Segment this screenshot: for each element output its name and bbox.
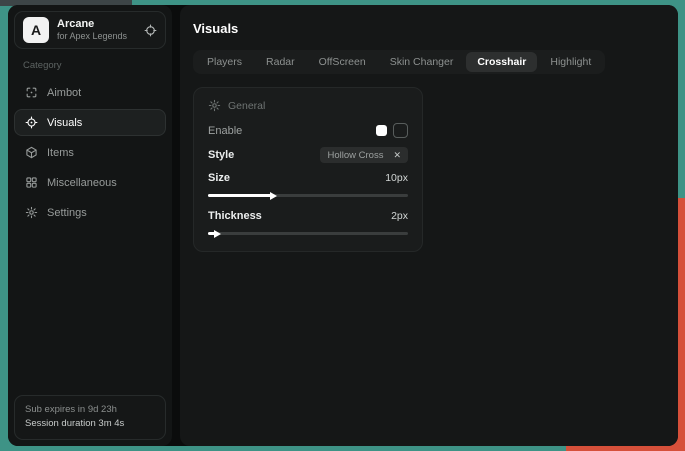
style-label: Style [208, 149, 234, 161]
app-subtitle: for Apex Legends [57, 31, 127, 42]
brand-card: A Arcane for Apex Legends [14, 11, 166, 49]
sidebar-item-items[interactable]: Items [14, 139, 166, 166]
settings-icon [25, 206, 38, 219]
misc-icon [25, 176, 38, 189]
enable-row: Enable [208, 123, 408, 138]
subscription-status-box: Sub expires in 9d 23h Session duration 3… [14, 395, 166, 440]
size-row: Size 10px [208, 172, 408, 200]
aimbot-icon [25, 86, 38, 99]
sidebar-item-visuals[interactable]: Visuals [14, 109, 166, 136]
sidebar-item-aimbot[interactable]: Aimbot [14, 79, 166, 106]
sidebar-nav: Aimbot Visuals Items Miscellaneous Settings [14, 79, 166, 226]
brand-text: Arcane for Apex Legends [57, 18, 127, 43]
target-icon[interactable] [144, 24, 157, 37]
size-value: 10px [385, 172, 408, 184]
slider-thumb[interactable] [214, 230, 221, 238]
thickness-row: Thickness 2px [208, 210, 408, 238]
general-card: General Enable Style Hollow Cross ✕ [193, 87, 423, 252]
slider-track [208, 232, 408, 235]
sub-expires-text: Sub expires in 9d 23h [25, 403, 155, 418]
items-icon [25, 146, 38, 159]
app-logo-letter: A [31, 22, 41, 38]
app-logo: A [23, 17, 49, 43]
sidebar-item-label: Miscellaneous [47, 177, 117, 189]
tab-bar: PlayersRadarOffScreenSkin ChangerCrossha… [193, 50, 605, 74]
close-icon[interactable]: ✕ [393, 151, 401, 160]
tab-skin-changer[interactable]: Skin Changer [379, 52, 465, 72]
size-slider[interactable] [208, 191, 408, 200]
page-title: Visuals [193, 21, 665, 36]
cheat-menu-window: A Arcane for Apex Legends Category Aimbo… [8, 5, 678, 446]
thickness-label: Thickness [208, 210, 262, 222]
thickness-value: 2px [391, 210, 408, 222]
sidebar: A Arcane for Apex Legends Category Aimbo… [8, 5, 172, 446]
style-select[interactable]: Hollow Cross ✕ [320, 147, 408, 163]
sidebar-item-miscellaneous[interactable]: Miscellaneous [14, 169, 166, 196]
card-title: General [228, 100, 265, 112]
tab-crosshair[interactable]: Crosshair [466, 52, 537, 72]
sidebar-item-settings[interactable]: Settings [14, 199, 166, 226]
sidebar-item-label: Items [47, 147, 74, 159]
tab-players[interactable]: Players [196, 52, 253, 72]
tab-radar[interactable]: Radar [255, 52, 306, 72]
tab-highlight[interactable]: Highlight [539, 52, 602, 72]
desktop-background: A Arcane for Apex Legends Category Aimbo… [0, 0, 685, 451]
sidebar-item-label: Settings [47, 207, 87, 219]
enable-controls [376, 123, 408, 138]
sidebar-item-label: Aimbot [47, 87, 81, 99]
card-header: General [208, 99, 408, 112]
main-panel: Visuals PlayersRadarOffScreenSkin Change… [180, 5, 678, 446]
sidebar-item-label: Visuals [47, 117, 82, 129]
size-label: Size [208, 172, 230, 184]
enable-label: Enable [208, 125, 242, 137]
tab-offscreen[interactable]: OffScreen [308, 52, 377, 72]
session-duration-text: Session duration 3m 4s [25, 417, 155, 432]
thickness-slider[interactable] [208, 229, 408, 238]
category-label: Category [23, 60, 157, 71]
slider-fill [208, 194, 272, 197]
style-row: Style Hollow Cross ✕ [208, 147, 408, 163]
app-name: Arcane [57, 18, 127, 32]
general-icon [208, 99, 221, 112]
style-value: Hollow Cross [327, 150, 383, 161]
enable-checkbox[interactable] [393, 123, 408, 138]
visuals-icon [25, 116, 38, 129]
color-swatch[interactable] [376, 125, 387, 136]
slider-thumb[interactable] [270, 192, 277, 200]
